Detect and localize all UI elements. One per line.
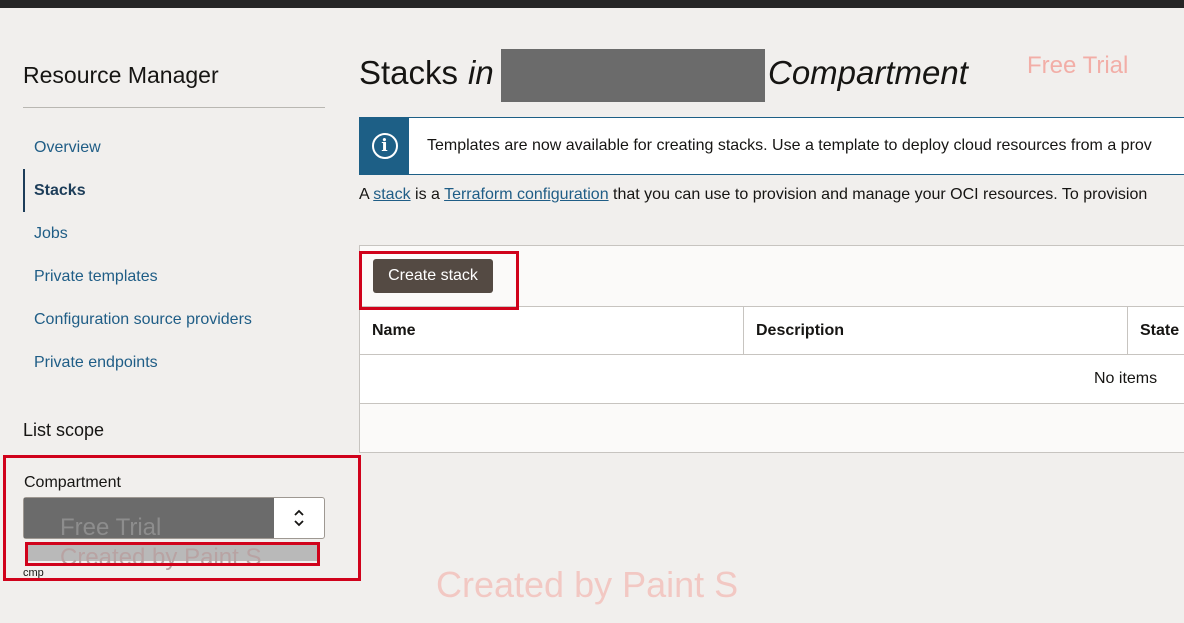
sidebar-item-private-endpoints[interactable]: Private endpoints (23, 341, 325, 384)
highlight-create-stack (359, 251, 519, 310)
info-banner-icon-area: i (360, 118, 409, 174)
sidebar-item-jobs[interactable]: Jobs (23, 212, 325, 255)
column-header-state[interactable]: State (1128, 307, 1184, 355)
list-scope-heading: List scope (23, 420, 105, 440)
sidebar-title: Resource Manager (23, 62, 219, 88)
info-banner-text: Templates are now available for creating… (427, 137, 1152, 154)
page-title-main: Stacks (359, 54, 459, 91)
sidebar: Resource Manager Overview Stacks Jobs Pr… (23, 60, 325, 371)
column-header-name[interactable]: Name (360, 307, 744, 355)
sidebar-item-overview[interactable]: Overview (23, 126, 325, 169)
sidebar-nav: Overview Stacks Jobs Private templates C… (23, 126, 325, 384)
no-items-text: No items (1094, 370, 1158, 387)
sidebar-divider (23, 107, 325, 108)
terraform-configuration-link[interactable]: Terraform configuration (444, 186, 609, 203)
stack-description: A stack is a Terraform configuration tha… (359, 186, 1147, 204)
desc-prefix: A (359, 186, 374, 203)
sidebar-item-stacks[interactable]: Stacks (23, 169, 325, 212)
page-title-in: in (468, 54, 494, 91)
highlight-compartment-path (25, 542, 320, 566)
table-empty-row: No items (360, 355, 1184, 404)
info-icon: i (371, 133, 398, 159)
top-bar (0, 0, 1184, 8)
watermark-free-trial: Free Trial (1027, 52, 1129, 79)
sidebar-item-configuration-source-providers[interactable]: Configuration source providers (23, 298, 325, 341)
desc-suffix: that you can use to provision and manage… (608, 186, 1148, 203)
column-header-description[interactable]: Description (744, 307, 1128, 355)
page-title-suffix: Compartment (768, 54, 968, 91)
page-title: Stacks in (359, 50, 494, 100)
sidebar-item-private-templates[interactable]: Private templates (23, 255, 325, 298)
table-header: Name Description State (360, 306, 1184, 355)
info-banner: i Templates are now available for creati… (359, 117, 1184, 175)
compartment-name-redacted (501, 49, 765, 102)
watermark-created-by: Created by Paint S (436, 564, 739, 605)
desc-mid: is a (410, 186, 445, 203)
stack-link[interactable]: stack (373, 186, 410, 203)
